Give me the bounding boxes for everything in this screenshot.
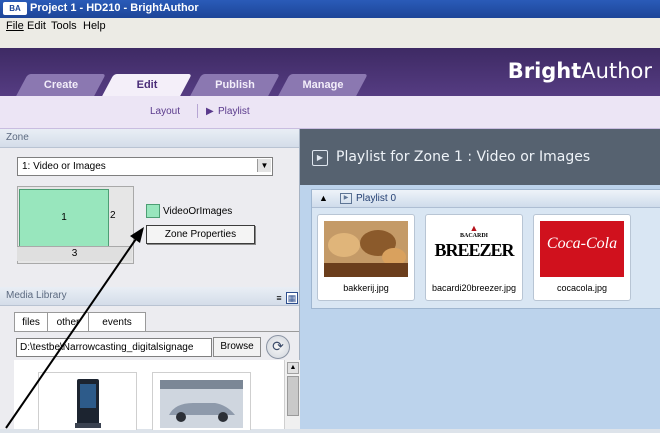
tab-baseline bbox=[14, 331, 299, 332]
zone-type-label: VideoOrImages bbox=[163, 206, 233, 217]
menu-edit[interactable]: Edit bbox=[27, 20, 46, 32]
playlist-item[interactable]: ▲ BACARDI BREEZER bacardi20breezer.jpg bbox=[425, 214, 523, 301]
media-thumbnail-car[interactable] bbox=[152, 372, 251, 430]
breezer-logo: ▲ BACARDI BREEZER bbox=[432, 221, 516, 277]
file-name: bacardi20breezer.jpg bbox=[431, 283, 517, 293]
tab-other[interactable]: other bbox=[47, 312, 89, 332]
tab-edit[interactable]: Edit bbox=[102, 74, 192, 96]
view-toggle: ≡ ▦ bbox=[272, 292, 298, 304]
play-icon: ▶ bbox=[312, 150, 328, 166]
file-name: bakkerij.jpg bbox=[343, 283, 389, 293]
kiosk-image bbox=[75, 379, 101, 428]
scroll-up-icon[interactable]: ▲ bbox=[287, 362, 299, 374]
header-band: Create Edit Publish Manage BrightAuthor bbox=[0, 48, 660, 96]
bakery-image bbox=[324, 221, 408, 277]
chevron-down-icon[interactable]: ▼ bbox=[257, 159, 271, 172]
tab-files[interactable]: files bbox=[14, 312, 48, 332]
collapse-icon[interactable]: ▲ bbox=[319, 193, 328, 203]
refresh-icon[interactable]: ⟳ bbox=[266, 335, 290, 359]
window-title-bar: BA Project 1 - HD210 - BrightAuthor bbox=[0, 0, 660, 18]
zone-dropdown[interactable]: 1: Video or Images ▼ bbox=[17, 157, 273, 176]
file-name: cocacola.jpg bbox=[556, 283, 608, 293]
scroll-thumb[interactable] bbox=[287, 376, 299, 416]
playlist-title: Playlist for Zone 1 : Video or Images bbox=[336, 149, 591, 165]
grid-view-icon[interactable]: ▦ bbox=[286, 292, 298, 304]
tab-create[interactable]: Create bbox=[16, 74, 106, 96]
playlist-name: Playlist 0 bbox=[356, 193, 397, 204]
playlist-icon: ▶ bbox=[340, 193, 352, 204]
media-thumbnail-kiosk[interactable] bbox=[38, 372, 137, 430]
cocacola-logo: Coca-Cola bbox=[540, 221, 624, 277]
playlist-toolbar: ▲ ▶ Playlist 0 bbox=[312, 190, 660, 208]
subnav-divider bbox=[197, 104, 198, 118]
subnav-layout[interactable]: Layout bbox=[150, 106, 180, 117]
app-icon: BA bbox=[3, 2, 27, 15]
zone-color-swatch bbox=[146, 204, 160, 218]
menu-bar: File Edit Tools Help bbox=[0, 18, 660, 48]
media-path-field[interactable]: D:\testbe\Narrowcasting_digitalsignage bbox=[16, 338, 212, 357]
menu-file[interactable]: File bbox=[6, 20, 24, 32]
bat-icon: ▲ bbox=[469, 223, 479, 233]
zone-section-header: Zone bbox=[0, 129, 299, 148]
menu-tools[interactable]: Tools bbox=[51, 20, 77, 32]
subnav-playlist[interactable]: Playlist bbox=[218, 106, 250, 117]
playlist-panel-header: ▶ Playlist for Zone 1 : Video or Images bbox=[300, 129, 660, 185]
zone-properties-button[interactable]: Zone Properties bbox=[146, 225, 255, 244]
tab-publish[interactable]: Publish bbox=[190, 74, 280, 96]
list-view-icon[interactable]: ≡ bbox=[274, 293, 284, 303]
tab-manage[interactable]: Manage bbox=[278, 74, 368, 96]
media-scrollbar[interactable]: ▲ bbox=[284, 360, 300, 429]
window-title: Project 1 - HD210 - BrightAuthor bbox=[30, 2, 199, 14]
media-library-header: Media Library bbox=[0, 287, 299, 306]
zone-1[interactable]: 1 bbox=[19, 189, 109, 247]
sub-navigation: Layout ▶ Playlist bbox=[0, 96, 660, 129]
playlist-item[interactable]: Coca-Cola cocacola.jpg bbox=[533, 214, 631, 301]
brand-logo: BrightAuthor bbox=[507, 59, 652, 83]
tab-events[interactable]: events bbox=[88, 312, 146, 332]
playlist-item[interactable]: bakkerij.jpg bbox=[317, 214, 415, 301]
browse-button[interactable]: Browse bbox=[213, 337, 261, 357]
zone-2[interactable]: 2 bbox=[110, 210, 116, 221]
play-triangle-icon: ▶ bbox=[206, 106, 214, 117]
car-image bbox=[160, 380, 243, 428]
zone-3[interactable]: 3 bbox=[17, 246, 132, 261]
menu-help[interactable]: Help bbox=[83, 20, 106, 32]
